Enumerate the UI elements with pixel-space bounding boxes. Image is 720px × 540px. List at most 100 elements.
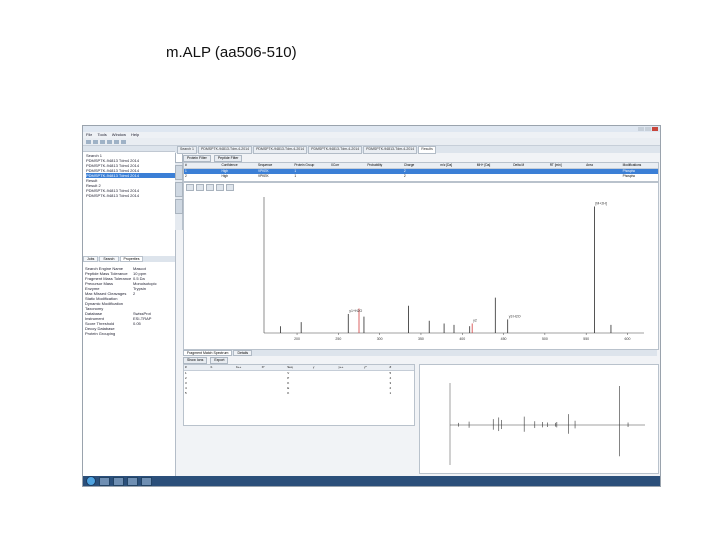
column-header[interactable]: Charge <box>403 163 439 168</box>
column-header[interactable]: RT [min] <box>549 163 585 168</box>
tab-search[interactable]: Search <box>99 256 119 262</box>
table-cell <box>235 391 261 396</box>
column-header[interactable]: Sequence <box>257 163 293 168</box>
column-header[interactable]: y <box>312 365 338 370</box>
column-header[interactable]: b* <box>261 365 287 370</box>
fragment-spectrum-panel <box>419 364 659 474</box>
tab-jobs[interactable]: Jobs <box>83 256 99 262</box>
print-icon[interactable] <box>107 139 112 144</box>
x-tick-label: 200 <box>294 337 300 341</box>
table-cell <box>512 174 548 179</box>
column-header[interactable]: # <box>184 163 220 168</box>
table-cell <box>261 391 287 396</box>
table-cell <box>439 174 475 179</box>
copy-icon[interactable] <box>216 184 224 191</box>
column-header[interactable]: Modifications <box>622 163 658 168</box>
property-key: Protein Grouping <box>85 331 116 336</box>
column-header[interactable]: Delta M <box>512 163 548 168</box>
zoom-in-icon[interactable] <box>186 184 194 191</box>
doc-tab-active[interactable]: Results <box>418 146 436 154</box>
x-tick-label: 300 <box>377 337 383 341</box>
bottom-tabs: Fragment Match Spectrum Details <box>183 350 657 356</box>
table-cell: K <box>287 391 290 395</box>
column-header[interactable]: b++ <box>235 365 261 370</box>
column-header[interactable]: # <box>389 365 415 370</box>
table-row[interactable]: 2 High VPKEK 1 2 Phospho <box>184 174 658 179</box>
taskbar-app-icon[interactable] <box>141 476 152 486</box>
property-row: Protein Grouping <box>85 331 173 336</box>
column-header[interactable]: m/z [Da] <box>439 163 475 168</box>
column-header[interactable]: XCorr <box>330 163 366 168</box>
column-header[interactable]: Area <box>585 163 621 168</box>
start-button[interactable] <box>86 476 96 486</box>
doc-tab[interactable]: Search 1 <box>177 146 198 154</box>
table-cell: Phospho <box>622 174 636 178</box>
taskbar-app-icon[interactable] <box>127 476 138 486</box>
vtab-results[interactable] <box>175 182 183 197</box>
maximize-icon[interactable] <box>645 127 651 131</box>
reset-zoom-icon[interactable] <box>206 184 214 191</box>
x-tick-label: 450 <box>501 337 507 341</box>
x-tick-label: 400 <box>459 337 465 341</box>
column-header[interactable]: Protein Group <box>293 163 329 168</box>
column-header[interactable]: y* <box>363 365 389 370</box>
table-cell <box>330 174 366 179</box>
column-header[interactable]: # <box>184 365 210 370</box>
app-window: File Tools Window Help Search 1 PDMSPTK-… <box>82 125 661 487</box>
column-header[interactable]: Probability <box>366 163 402 168</box>
taskbar <box>83 476 660 486</box>
x-tick-label: 500 <box>542 337 548 341</box>
column-header[interactable]: Seq <box>286 365 312 370</box>
tree-item[interactable]: PDMSPTK-94813 Tdm4 2014 <box>86 193 175 198</box>
protein-filter-button[interactable]: Protein Filter <box>183 155 211 162</box>
table-cell <box>366 174 402 179</box>
close-icon[interactable] <box>652 127 658 131</box>
column-header[interactable]: y++ <box>337 365 363 370</box>
peptide-filter-button[interactable]: Peptide Filter <box>213 155 243 162</box>
table-cell: High <box>221 174 229 178</box>
export-icon[interactable] <box>226 184 234 191</box>
column-header[interactable]: b <box>210 365 236 370</box>
table-cell <box>312 391 338 396</box>
table-cell <box>476 174 512 179</box>
table-cell <box>585 174 621 179</box>
tab-properties[interactable]: Properties <box>119 256 144 262</box>
x-tick-label: 350 <box>418 337 424 341</box>
left-panel: Search 1 PDMSPTK-94813 Tdm4 2014 PDMSPTK… <box>83 146 176 476</box>
vtab-chromatogram[interactable] <box>175 165 183 180</box>
new-icon[interactable] <box>86 139 91 144</box>
table-cell: VPKEK <box>257 174 269 178</box>
x-tick-label: 250 <box>335 337 341 341</box>
doc-tab[interactable]: PDMSPTK-94813-Tdm-4-2014 <box>308 146 363 154</box>
export-button[interactable]: Export <box>210 357 229 364</box>
doc-tab[interactable]: PDMSPTK-94813-Tdm-4-2014 <box>363 146 418 154</box>
show-ions-button[interactable]: Show Ions <box>183 357 208 364</box>
column-header[interactable]: MH+ [Da] <box>476 163 512 168</box>
table-cell <box>210 391 236 396</box>
taskbar-app-icon[interactable] <box>99 476 110 486</box>
peak-label: y2 <box>473 318 477 322</box>
table-cell: 1 <box>389 391 392 395</box>
panel-tabs: Jobs Search Properties <box>83 256 175 262</box>
file-tree: Search 1 PDMSPTK-94813 Tdm4 2014 PDMSPTK… <box>83 152 175 198</box>
property-value <box>133 331 173 336</box>
run-icon[interactable] <box>114 139 119 144</box>
taskbar-app-icon[interactable] <box>113 476 124 486</box>
stop-icon[interactable] <box>121 139 126 144</box>
doc-tab[interactable]: PDMSPTK-94813-Tdm-4-2014 <box>253 146 308 154</box>
open-icon[interactable] <box>93 139 98 144</box>
tab-fragment-match[interactable]: Fragment Match Spectrum <box>183 350 233 356</box>
table-cell: 2 <box>185 174 187 178</box>
doc-tab[interactable]: PDMSPTK-94813-Tdm-4-2014 <box>198 146 253 154</box>
column-header[interactable]: Confidence <box>220 163 256 168</box>
tab-details[interactable]: Details <box>233 350 253 356</box>
zoom-out-icon[interactable] <box>196 184 204 191</box>
spectrum-panel: 200 250 300 350 400 450 500 550 600 y1+H2O y2 y3 H2… <box>183 182 659 350</box>
x-tick-label: 550 <box>583 337 589 341</box>
table-cell: 2 <box>403 174 406 178</box>
fragment-toolbar: Show Ions Export <box>183 357 657 364</box>
peak-label: y1+H2O <box>349 309 362 313</box>
save-icon[interactable] <box>100 139 105 144</box>
vtab-details[interactable] <box>175 199 183 214</box>
minimize-icon[interactable] <box>638 127 644 131</box>
